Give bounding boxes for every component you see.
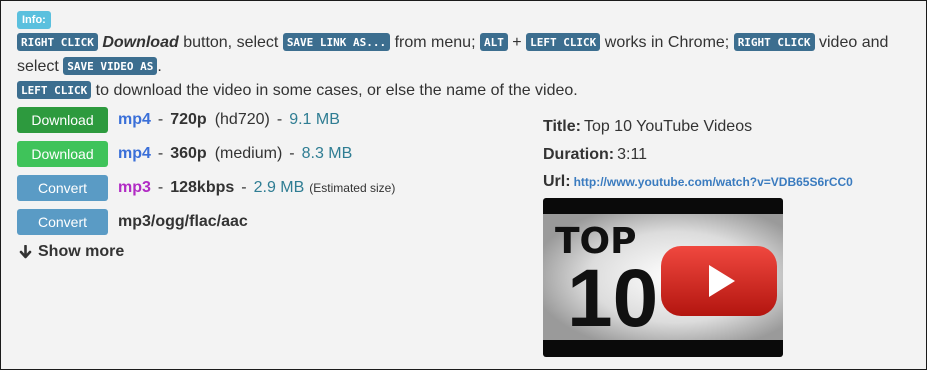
download-button[interactable]: Download	[17, 107, 108, 133]
duration-label: Duration:	[543, 146, 615, 163]
show-more-label: Show more	[38, 243, 125, 260]
video-duration: Duration: 3:11	[543, 146, 647, 164]
quality-label: 360p	[170, 145, 207, 162]
instruction-text: from menu;	[390, 34, 480, 51]
downloader-panel: Info: RIGHT CLICK Download button, selec…	[0, 0, 927, 370]
quality-label: 720p	[170, 111, 207, 128]
file-size: 8.3 MB	[301, 145, 353, 162]
convert-button[interactable]: Convert	[17, 175, 108, 201]
title-value: Top 10 YouTube Videos	[583, 118, 753, 135]
convert-row-mp3: Convert mp3 - 128kbps - 2.9 MB (Estimate…	[17, 175, 395, 201]
instructions-text: RIGHT CLICK Download button, select SAVE…	[17, 31, 922, 103]
kbd-left-click: LEFT CLICK	[526, 33, 601, 51]
instruction-text: +	[507, 34, 527, 51]
instruction-text: to download the video in some cases, or …	[91, 82, 578, 99]
kbd-save-video-as: SAVE VIDEO AS	[63, 57, 158, 75]
instruction-text: .	[157, 58, 162, 75]
quality-label: 128kbps	[170, 179, 235, 196]
separator: -	[157, 111, 164, 128]
format-label: mp3/ogg/flac/aac	[118, 213, 248, 230]
arrow-down-icon	[19, 245, 32, 259]
kbd-right-click: RIGHT CLICK	[17, 33, 98, 51]
quality-note: (hd720)	[214, 111, 270, 128]
estimated-size-note: (Estimated size)	[309, 181, 396, 195]
separator: -	[276, 111, 283, 128]
instruction-text: button, select	[178, 34, 283, 51]
thumbnail-ten-text: 10	[567, 253, 658, 344]
convert-row-other-formats: Convert mp3/ogg/flac/aac	[17, 209, 248, 235]
url-link[interactable]: http://www.youtube.com/watch?v=VDB65S6rC…	[574, 175, 853, 189]
separator: -	[157, 145, 164, 162]
separator: -	[289, 145, 295, 162]
separator: -	[241, 179, 247, 196]
duration-value: 3:11	[617, 146, 648, 163]
instruction-text: works in Chrome;	[600, 34, 734, 51]
separator: -	[157, 179, 164, 196]
youtube-play-icon	[661, 246, 777, 316]
quality-note: (medium)	[214, 145, 283, 162]
title-label: Title:	[543, 118, 581, 135]
download-row-mp4-360p: Download mp4 - 360p (medium) - 8.3 MB	[17, 141, 352, 167]
format-label: mp4	[118, 111, 151, 128]
kbd-right-click: RIGHT CLICK	[733, 33, 815, 51]
convert-button[interactable]: Convert	[17, 209, 108, 235]
url-label: Url:	[543, 173, 571, 190]
video-thumbnail[interactable]: TOP 10	[543, 198, 783, 357]
kbd-left-click: LEFT CLICK	[17, 81, 92, 99]
file-size: 9.1 MB	[289, 111, 340, 128]
format-label: mp4	[118, 145, 151, 162]
kbd-save-link-as: SAVE LINK AS...	[282, 33, 391, 51]
kbd-alt: ALT	[479, 33, 508, 51]
format-label: mp3	[118, 179, 151, 196]
thumbnail-art: TOP 10	[543, 214, 783, 344]
info-badge: Info:	[17, 11, 51, 29]
file-size: 2.9 MB	[253, 179, 305, 196]
download-emphasis: Download	[102, 34, 179, 51]
video-title: Title: Top 10 YouTube Videos	[543, 118, 752, 136]
show-more-link[interactable]: Show more	[19, 243, 124, 261]
download-button[interactable]: Download	[17, 141, 108, 167]
video-url: Url: http://www.youtube.com/watch?v=VDB65…	[543, 173, 853, 191]
download-row-mp4-720p: Download mp4 - 720p (hd720) - 9.1 MB	[17, 107, 340, 133]
